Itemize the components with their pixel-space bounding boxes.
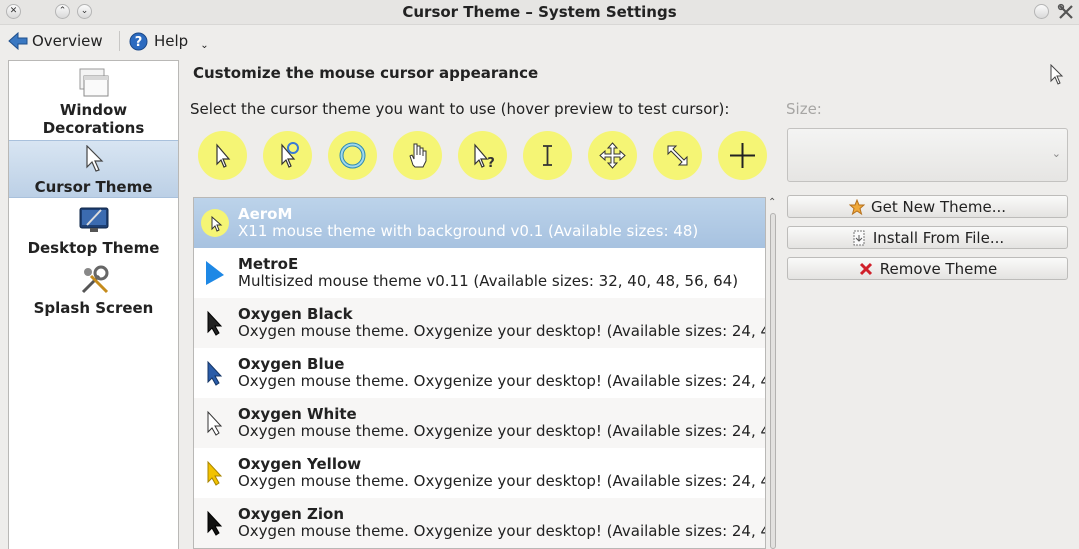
star-icon [848,198,865,215]
chevron-down-icon: ⌄ [1051,147,1061,160]
remove-theme-label: Remove Theme [879,259,998,278]
sidebar: Window Decorations Cursor Theme Desktop … [8,60,179,549]
scroll-up-icon[interactable]: ⌃ [768,197,776,208]
theme-row-aerom[interactable]: AeroM X11 mouse theme with background v0… [194,198,765,248]
theme-name: Oxygen Black [238,305,353,323]
get-new-theme-label: Get New Theme... [870,197,1007,216]
theme-row-oxygen-black[interactable]: Oxygen Black Oxygen mouse theme. Oxygeni… [194,298,765,348]
theme-list-scrollbar[interactable]: ⌃ [767,197,779,549]
help-dropdown-icon[interactable]: ⌄ [200,40,208,51]
delete-icon [859,262,872,275]
sidebar-item-window-decorations[interactable]: Window Decorations [9,66,178,137]
text-cursor-icon [543,145,552,166]
theme-description: Oxygen mouse theme. Oxygenize your deskt… [238,472,765,490]
window-title: Cursor Theme – System Settings [402,3,677,21]
sidebar-item-label: Desktop Theme [27,239,160,257]
window-menu-button[interactable] [1034,4,1049,19]
help-icon: ? [129,32,148,50]
install-file-icon [853,230,865,245]
theme-name: AeroM [238,205,293,223]
oxygen-yellow-theme-icon [207,460,223,486]
settings-tools-icon[interactable] [1057,3,1075,21]
scroll-track[interactable] [770,213,776,549]
overview-button[interactable]: Overview [8,30,103,52]
oxygen-black-theme-icon [207,310,223,336]
arrow-cursor-icon [216,143,231,168]
sidebar-item-desktop-theme[interactable]: Desktop Theme [9,204,178,262]
cross-cursor-preview[interactable] [718,131,767,180]
text-cursor-preview[interactable] [523,131,572,180]
size-select[interactable]: ⌄ [787,128,1068,182]
svg-text:?: ? [135,35,143,50]
theme-name: Oxygen Zion [238,505,345,523]
theme-row-oxygen-white[interactable]: Oxygen White Oxygen mouse theme. Oxygeni… [194,398,765,448]
title-bar: ✕ ⌃ ⌄ Cursor Theme – System Settings [0,0,1079,25]
move-cursor-icon [599,142,626,169]
remove-theme-button[interactable]: Remove Theme [787,257,1068,280]
theme-name: MetroE [238,255,299,273]
cursor-preview-icon [1050,64,1064,85]
toolbar-separator [119,31,120,51]
oxygen-blue-theme-icon [207,360,223,386]
install-from-file-label: Install From File... [872,228,1005,247]
back-arrow-icon [8,32,28,50]
aerom-theme-icon [201,209,229,237]
sidebar-item-label: Window Decorations [42,101,145,137]
link-cursor-preview[interactable] [263,131,312,180]
sidebar-item-splash-screen[interactable]: Splash Screen [9,264,178,322]
theme-list[interactable]: AeroM X11 mouse theme with background v0… [193,197,766,549]
busy-cursor-icon [339,142,366,169]
oxygen-zion-theme-icon [207,510,223,536]
toolbar: Overview ? Help ⌄ [0,25,1079,55]
resize-cursor-preview[interactable] [653,131,702,180]
help-label: Help [154,32,189,50]
theme-description: Oxygen mouse theme. Oxygenize your deskt… [238,422,765,440]
overview-label: Overview [32,32,103,50]
theme-description: Oxygen mouse theme. Oxygenize your deskt… [238,322,765,340]
theme-row-oxygen-yellow[interactable]: Oxygen Yellow Oxygen mouse theme. Oxygen… [194,448,765,498]
theme-row-oxygen-blue[interactable]: Oxygen Blue Oxygen mouse theme. Oxygeniz… [194,348,765,398]
oxygen-white-theme-icon [207,410,223,436]
theme-prompt: Select the cursor theme you want to use … [190,100,730,118]
theme-name: Oxygen White [238,405,357,423]
cursor-icon [86,145,104,172]
install-from-file-button[interactable]: Install From File... [787,226,1068,249]
theme-description: Oxygen mouse theme. Oxygenize your deskt… [238,522,765,540]
hand-cursor-preview[interactable] [393,131,442,180]
theme-row-oxygen-zion[interactable]: Oxygen Zion Oxygen mouse theme. Oxygeniz… [194,498,765,548]
theme-description: X11 mouse theme with background v0.1 (Av… [238,222,699,240]
move-cursor-preview[interactable] [588,131,637,180]
desktop-icon [79,207,109,232]
window-icon [79,68,109,97]
tools-icon [81,265,109,294]
help-button[interactable]: ? Help ⌄ [129,30,209,52]
theme-description: Oxygen mouse theme. Oxygenize your deskt… [238,372,765,390]
help-cursor-icon: ? [474,143,495,171]
page-title: Customize the mouse cursor appearance [193,64,539,82]
theme-description: Multisized mouse theme v0.11 (Available … [238,272,739,290]
link-cursor-icon [281,142,299,168]
arrow-cursor-preview[interactable] [198,131,247,180]
theme-name: Oxygen Blue [238,355,345,373]
hand-cursor-icon [409,143,427,168]
theme-name: Oxygen Yellow [238,455,362,473]
sidebar-item-label: Cursor Theme [34,178,153,196]
busy-cursor-preview[interactable] [328,131,377,180]
svg-text:?: ? [487,156,495,171]
help-cursor-preview[interactable]: ? [458,131,507,180]
size-label: Size: [786,100,822,118]
theme-row-metroe[interactable]: MetroE Multisized mouse theme v0.11 (Ava… [194,248,765,298]
sidebar-item-label: Splash Screen [33,299,154,317]
resize-cursor-icon [667,145,688,166]
get-new-theme-button[interactable]: Get New Theme... [787,195,1068,218]
cross-cursor-icon [730,143,755,168]
metroe-theme-icon [206,261,224,285]
sidebar-item-cursor-theme[interactable]: Cursor Theme [9,140,178,198]
